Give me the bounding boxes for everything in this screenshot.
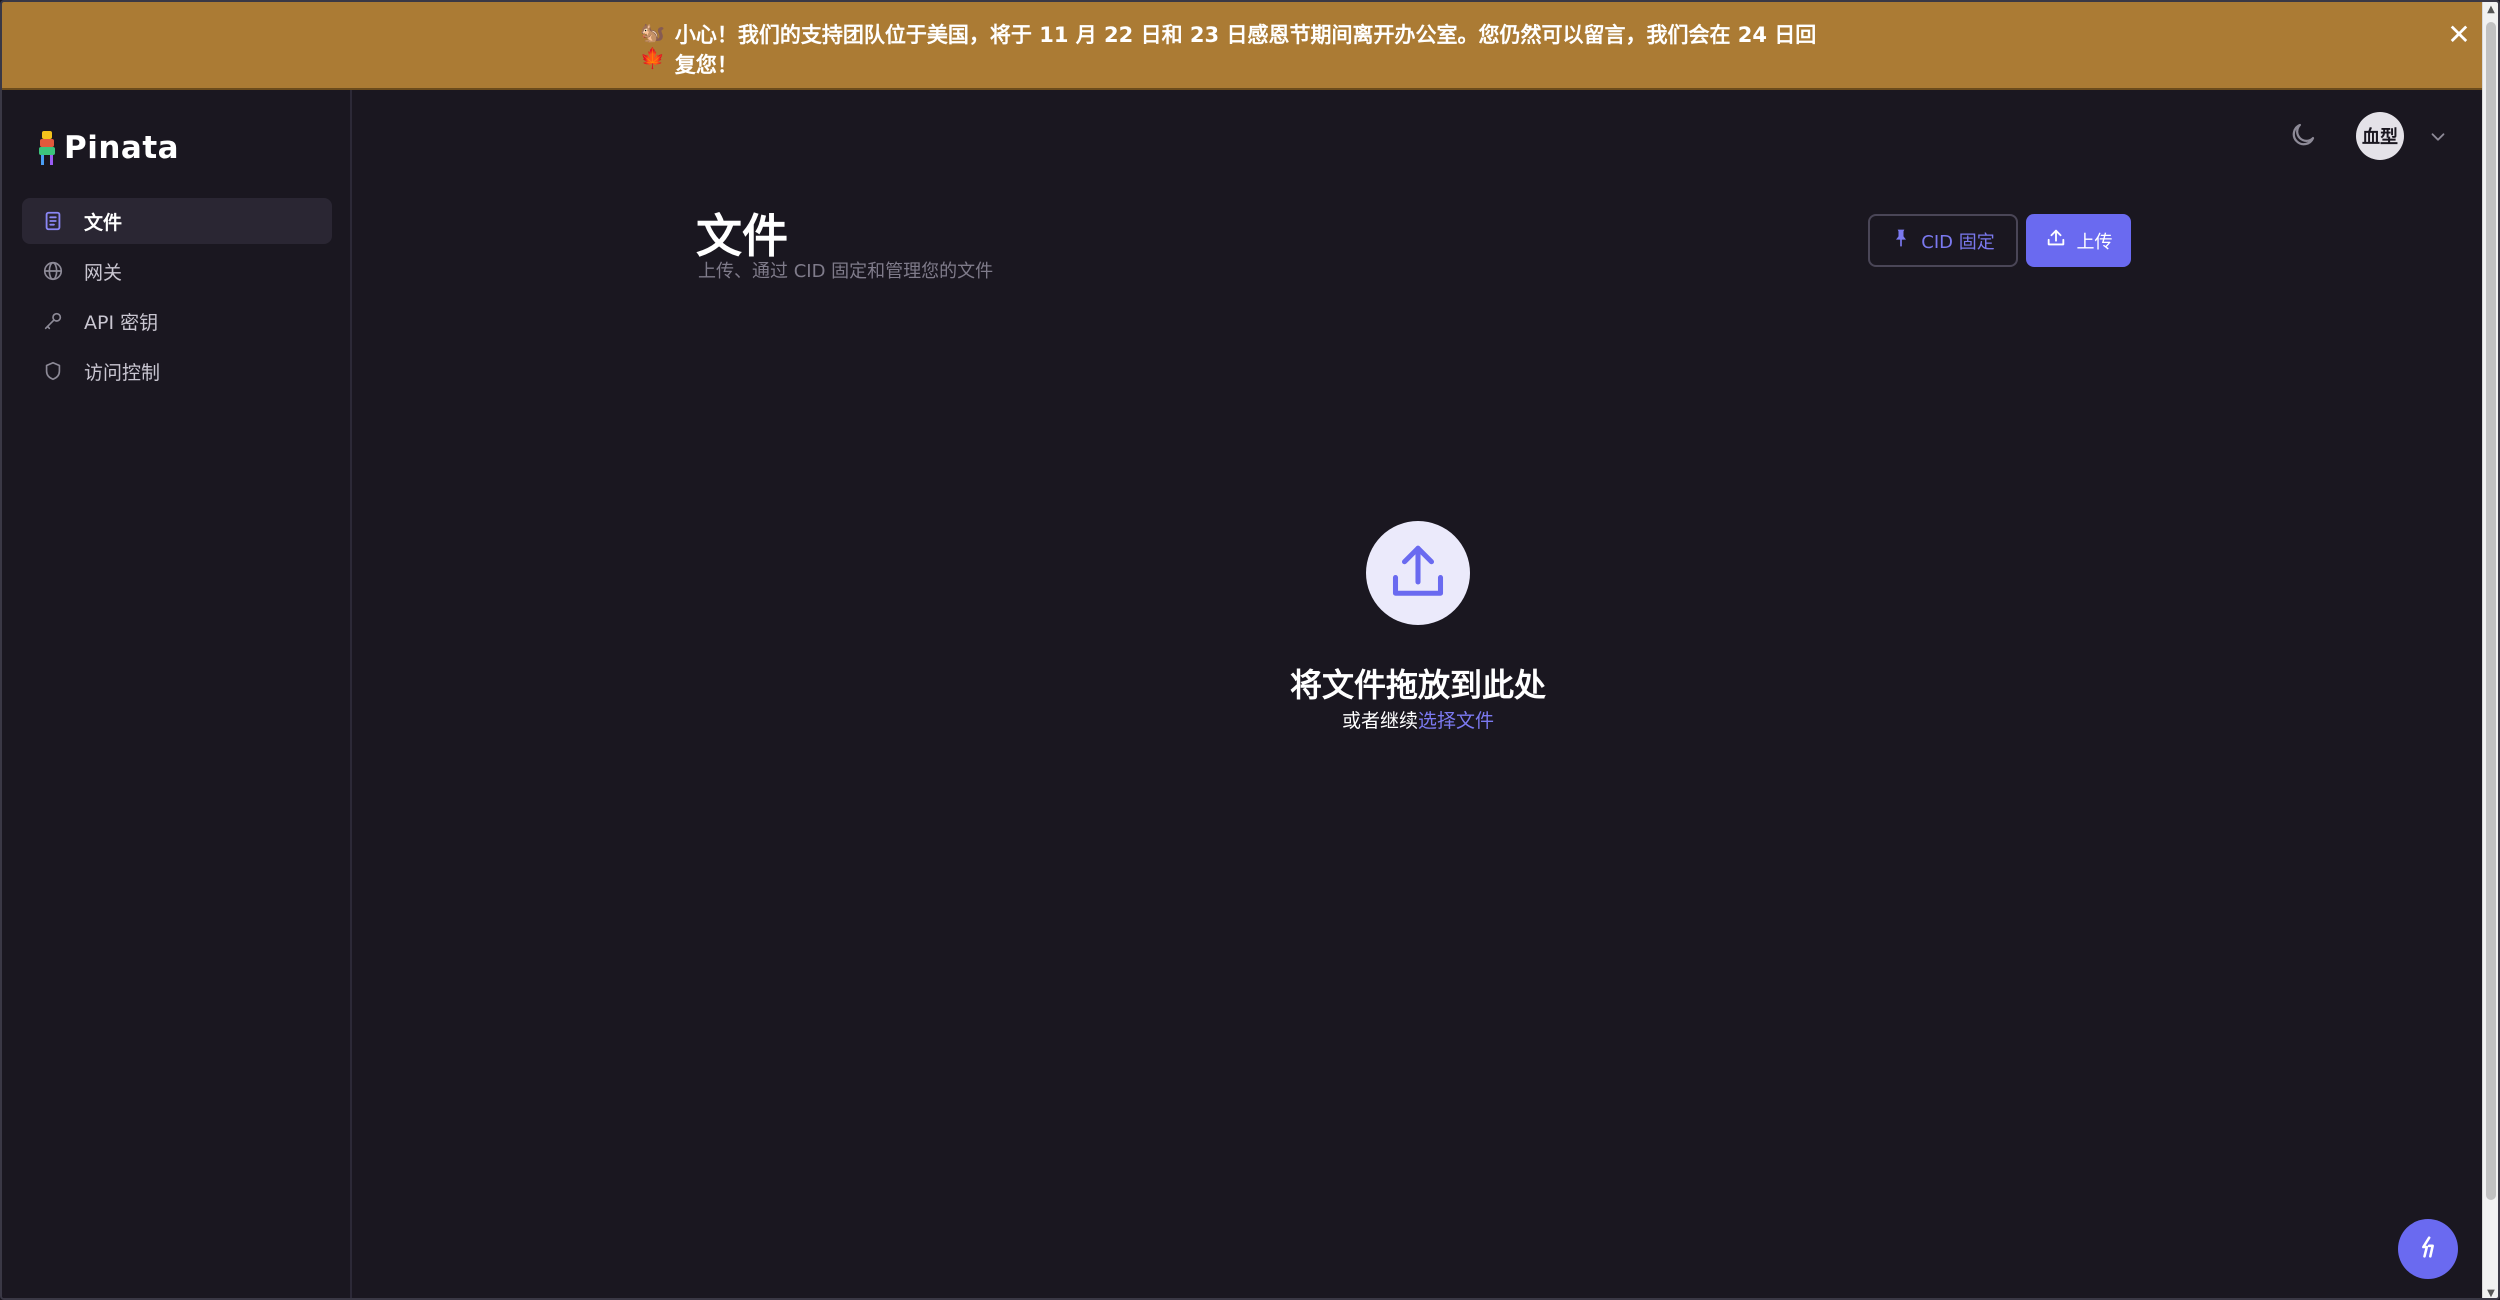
scroll-up-icon[interactable]: ▲ <box>2483 2 2498 18</box>
app-window: 🐿️ 🍁 小心！我们的支持团队位于美国，将于 11 月 22 日和 23 日感恩… <box>0 0 2500 1300</box>
file-icon <box>42 210 64 232</box>
pin-icon <box>1891 228 1911 253</box>
sidebar: Pinata 文件 网关 API 密钥 访问控制 <box>2 90 352 1298</box>
pin-by-cid-button[interactable]: CID 固定 <box>1868 214 2018 267</box>
dropzone-prompt-text: 或者继续 <box>1341 710 1418 732</box>
moon-icon[interactable] <box>2288 120 2318 150</box>
sidebar-item-label: 访问控制 <box>84 361 161 384</box>
pinata-logo-icon <box>38 131 56 165</box>
help-button[interactable] <box>2398 1219 2458 1279</box>
announcement-banner: 🐿️ 🍁 小心！我们的支持团队位于美国，将于 11 月 22 日和 23 日感恩… <box>2 2 2486 90</box>
upload-button[interactable]: 上传 <box>2026 214 2131 267</box>
maple-leaf-icon: 🍁 <box>640 46 665 70</box>
upload-label: 上传 <box>2076 231 2113 253</box>
globe-icon <box>42 260 64 282</box>
banner-content: 🐿️ 🍁 小心！我们的支持团队位于美国，将于 11 月 22 日和 23 日感恩… <box>640 20 1820 80</box>
dropzone-prompt: 或者继续选择文件 <box>1218 706 1618 733</box>
dropzone-title: 将文件拖放到此处 <box>1289 666 1546 704</box>
sidebar-item-label: API 密钥 <box>84 311 159 334</box>
sidebar-item-api-keys[interactable]: API 密钥 <box>22 298 332 344</box>
shield-icon <box>42 360 64 382</box>
scroll-thumb[interactable] <box>2486 22 2496 1200</box>
select-files-link[interactable]: 选择文件 <box>1418 710 1494 732</box>
logo-text: Pinata <box>64 130 180 166</box>
sidebar-item-gateways[interactable]: 网关 <box>22 248 332 294</box>
upload-icon[interactable] <box>1366 521 1470 625</box>
upload-icon <box>2045 227 2067 254</box>
chevron-down-icon[interactable] <box>2427 126 2449 148</box>
banner-message: 小心！我们的支持团队位于美国，将于 11 月 22 日和 23 日感恩节期间离开… <box>674 23 1817 77</box>
avatar[interactable]: 血型 <box>2356 112 2404 160</box>
help-icon <box>2414 1233 2442 1265</box>
close-icon[interactable]: ✕ <box>2444 20 2474 50</box>
sidebar-item-access-control[interactable]: 访问控制 <box>22 348 332 394</box>
sidebar-item-label: 网关 <box>84 261 123 284</box>
banner-icons: 🐿️ 🍁 <box>640 20 665 70</box>
pin-by-cid-label: CID 固定 <box>1921 231 1995 253</box>
squirrel-icon: 🐿️ <box>640 20 665 44</box>
scrollbar[interactable]: ▲ ▼ <box>2482 2 2498 1298</box>
key-icon <box>42 310 64 332</box>
sidebar-item-label: 文件 <box>84 211 123 234</box>
sidebar-nav: 文件 网关 API 密钥 访问控制 <box>22 198 332 398</box>
page-subtitle: 上传、通过 CID 固定和管理您的文件 <box>698 261 994 282</box>
sidebar-item-files[interactable]: 文件 <box>22 198 332 244</box>
scroll-down-icon[interactable]: ▼ <box>2483 1286 2498 1298</box>
logo[interactable]: Pinata <box>38 130 179 166</box>
